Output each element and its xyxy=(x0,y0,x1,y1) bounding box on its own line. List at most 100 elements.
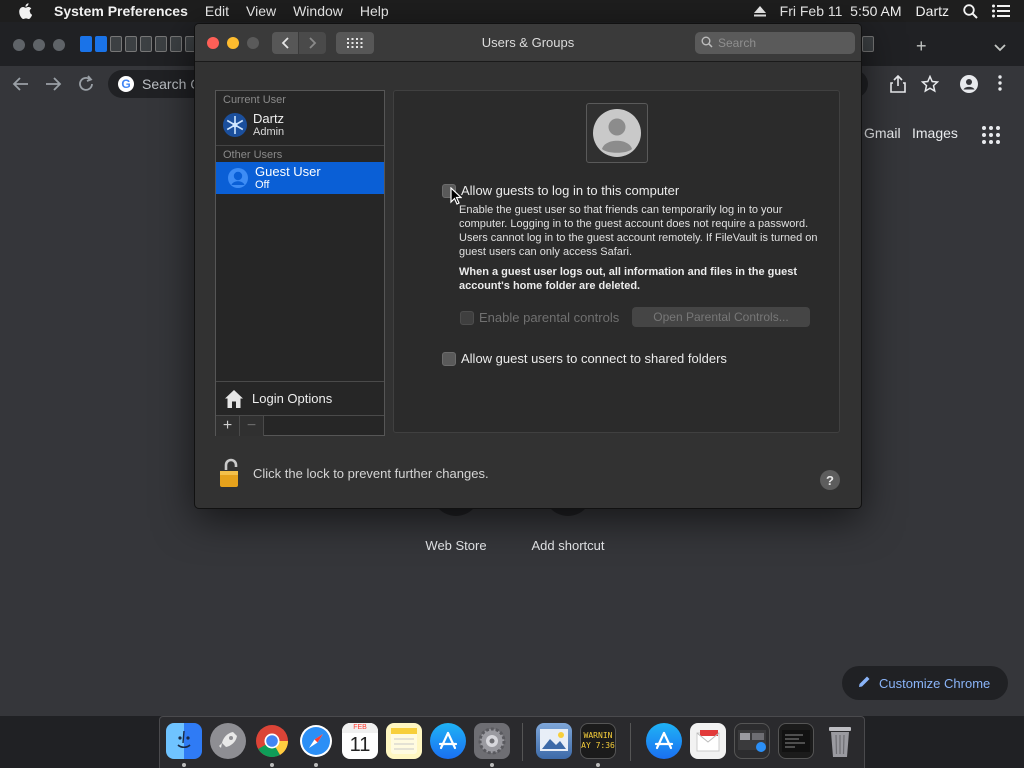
notes-icon[interactable] xyxy=(386,723,422,759)
menu-view[interactable]: View xyxy=(246,3,276,19)
chrome-close-button[interactable] xyxy=(13,39,25,51)
dock-divider xyxy=(630,723,631,761)
tab-favicon[interactable] xyxy=(140,36,152,52)
chrome-zoom-button[interactable] xyxy=(53,39,65,51)
dock-divider xyxy=(522,723,523,761)
google-logo-icon: G xyxy=(118,76,134,92)
spotlight-search-icon[interactable] xyxy=(963,3,978,19)
chrome-app-icon[interactable] xyxy=(254,723,290,759)
launchpad-rocket-icon[interactable] xyxy=(210,723,246,759)
forward-arrow-icon[interactable] xyxy=(44,75,62,93)
menu-bar: System Preferences Edit View Window Help… xyxy=(0,0,1024,22)
apple-menu-icon[interactable] xyxy=(18,3,36,19)
mouse-cursor-icon xyxy=(450,186,463,208)
tab-favicon[interactable] xyxy=(170,36,182,52)
user-list: Current User Dartz Admin Other Users Gue… xyxy=(215,90,385,436)
tab-favicon[interactable] xyxy=(155,36,167,52)
console-text: WARNIN xyxy=(583,731,613,740)
tab-favicon[interactable] xyxy=(110,36,122,52)
guest-description: Enable the guest user so that friends ca… xyxy=(459,204,818,258)
other-users-section-label: Other Users xyxy=(223,149,283,161)
chrome-minimize-button[interactable] xyxy=(33,39,45,51)
help-button[interactable]: ? xyxy=(820,470,840,490)
allow-guest-login-checkbox[interactable]: Allow guests to log in to this computer xyxy=(442,183,679,198)
lock-row: Click the lock to prevent further change… xyxy=(219,458,489,488)
checkbox-box[interactable] xyxy=(460,310,474,325)
tab-search-chevron-icon[interactable] xyxy=(994,40,1006,55)
shared-folders-checkbox[interactable]: Allow guest users to connect to shared f… xyxy=(442,351,727,366)
user-name: Guest User xyxy=(255,163,321,179)
add-remove-bar: + − xyxy=(216,415,384,436)
tab-favicon[interactable] xyxy=(95,36,107,52)
screenshot-window-icon[interactable] xyxy=(734,723,770,759)
eject-icon[interactable] xyxy=(753,5,766,17)
add-shortcut-label[interactable]: Add shortcut xyxy=(518,538,618,553)
terminal-screenshot-icon[interactable] xyxy=(778,723,814,759)
search-field[interactable] xyxy=(695,32,855,54)
chrome-tab-favicons xyxy=(80,36,200,52)
images-link[interactable]: Images xyxy=(912,125,958,141)
menu-clock[interactable]: Fri Feb 11 5:50 AM xyxy=(780,3,902,19)
user-item-guest[interactable]: Guest User Off xyxy=(216,162,384,194)
login-options-item[interactable]: Login Options xyxy=(216,381,384,415)
running-indicator xyxy=(596,763,600,767)
customize-chrome-button[interactable]: Customize Chrome xyxy=(842,666,1008,700)
calendar-month: FEB xyxy=(342,723,378,733)
menu-edit[interactable]: Edit xyxy=(205,3,229,19)
profile-icon[interactable] xyxy=(960,75,978,96)
unlocked-padlock-icon[interactable] xyxy=(219,458,239,488)
new-tab-plus-icon[interactable]: + xyxy=(916,36,927,57)
search-input[interactable] xyxy=(718,36,848,50)
open-parental-controls-button[interactable]: Open Parental Controls... xyxy=(632,307,810,327)
add-user-button[interactable]: + xyxy=(216,416,240,436)
finder-icon[interactable] xyxy=(166,723,202,759)
tab-favicon[interactable] xyxy=(862,36,874,52)
console-app-icon[interactable]: WARNIN AY 7:36 xyxy=(580,723,616,759)
menu-app-name[interactable]: System Preferences xyxy=(54,3,188,19)
system-preferences-gear-icon[interactable] xyxy=(474,723,510,759)
shared-folders-label: Allow guest users to connect to shared f… xyxy=(461,351,727,366)
user-role: Off xyxy=(255,178,270,191)
guest-avatar-icon xyxy=(586,103,648,163)
parental-controls-checkbox[interactable]: Enable parental controls xyxy=(460,310,619,325)
user-item-dartz[interactable]: Dartz Admin xyxy=(216,107,384,143)
dock: FEB 11 WARNIN AY 7:36 xyxy=(159,716,865,768)
calendar-day: 11 xyxy=(349,734,371,756)
allow-guest-login-label: Allow guests to log in to this computer xyxy=(461,183,680,198)
current-user-section-label: Current User xyxy=(223,94,286,106)
user-name: Dartz xyxy=(253,110,285,126)
trash-icon[interactable] xyxy=(822,723,858,759)
search-icon xyxy=(701,36,713,51)
share-icon[interactable] xyxy=(890,74,906,96)
back-arrow-icon[interactable] xyxy=(12,75,30,93)
calendar-icon[interactable]: FEB 11 xyxy=(342,723,378,759)
app-store-download-icon[interactable] xyxy=(646,723,682,759)
safari-compass-icon[interactable] xyxy=(298,723,334,759)
window-titlebar[interactable]: Users & Groups xyxy=(195,24,861,62)
menu-user-name[interactable]: Dartz xyxy=(916,3,949,19)
tab-favicon[interactable] xyxy=(80,36,92,52)
chrome-menu-icon[interactable] xyxy=(998,75,1002,94)
bookmark-star-icon[interactable] xyxy=(920,74,940,96)
notification-center-icon[interactable] xyxy=(992,4,1010,18)
user-role: Admin xyxy=(253,125,285,138)
reload-icon[interactable] xyxy=(77,75,95,93)
console-text: AY 7:36 xyxy=(581,741,615,750)
checkbox-box[interactable] xyxy=(442,351,456,366)
web-store-shortcut-label[interactable]: Web Store xyxy=(406,538,506,553)
snowflake-avatar-icon xyxy=(223,113,247,137)
remove-user-button[interactable]: − xyxy=(240,416,264,436)
tab-favicon[interactable] xyxy=(125,36,137,52)
menu-help[interactable]: Help xyxy=(360,3,389,19)
mail-stack-icon[interactable] xyxy=(690,723,726,759)
menu-window[interactable]: Window xyxy=(293,3,343,19)
preview-photos-icon[interactable] xyxy=(536,723,572,759)
pencil-icon xyxy=(858,675,871,691)
running-indicator xyxy=(314,763,318,767)
running-indicator xyxy=(490,763,494,767)
gmail-link[interactable]: Gmail xyxy=(864,125,901,141)
customize-chrome-label: Customize Chrome xyxy=(879,675,991,691)
google-apps-grid-icon[interactable] xyxy=(982,126,1000,144)
app-store-icon[interactable] xyxy=(430,723,466,759)
users-groups-window: Users & Groups Current User Dartz Admin … xyxy=(194,23,862,509)
